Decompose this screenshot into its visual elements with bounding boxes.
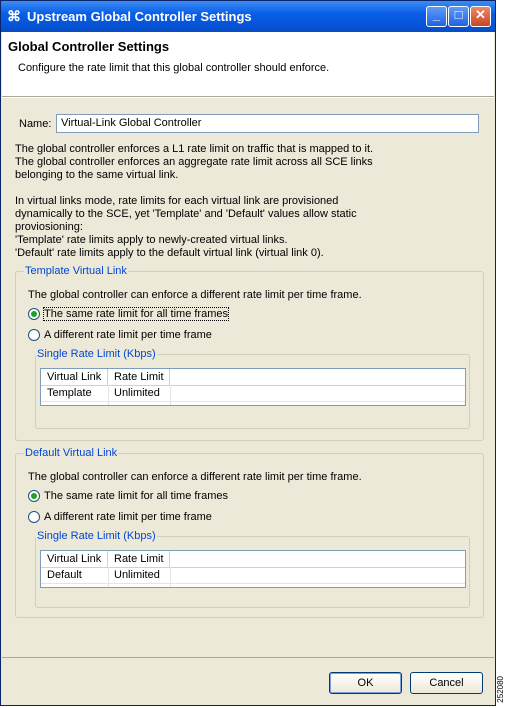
default-same-radio[interactable] bbox=[28, 490, 40, 502]
table-header: Virtual Link Rate Limit bbox=[41, 369, 465, 386]
column-header-virtual-link[interactable]: Virtual Link bbox=[41, 369, 108, 385]
maximize-button[interactable]: □ bbox=[448, 6, 469, 27]
template-same-radio[interactable] bbox=[28, 308, 40, 320]
default-single-rate-limit-group: Single Rate Limit (Kbps) Virtual Link Ra… bbox=[35, 530, 470, 608]
default-virtual-link-group: Default Virtual Link The global controll… bbox=[15, 447, 484, 618]
column-divider bbox=[170, 567, 171, 587]
minimize-button[interactable]: _ bbox=[426, 6, 447, 27]
default-different-radio[interactable] bbox=[28, 511, 40, 523]
default-sub-legend: Single Rate Limit (Kbps) bbox=[36, 530, 157, 542]
default-group-legend: Default Virtual Link bbox=[24, 447, 119, 459]
figure-number: 252080 bbox=[496, 676, 505, 703]
info-line-6: proviosioning: bbox=[15, 221, 83, 233]
maximize-icon: □ bbox=[454, 7, 463, 22]
cell-virtual-link[interactable]: Default bbox=[41, 568, 108, 583]
name-input[interactable]: Virtual-Link Global Controller bbox=[56, 114, 479, 133]
template-group-legend: Template Virtual Link bbox=[24, 265, 128, 277]
template-different-label[interactable]: A different rate limit per time frame bbox=[44, 329, 212, 341]
default-same-label[interactable]: The same rate limit for all time frames bbox=[44, 490, 228, 502]
column-divider bbox=[108, 385, 109, 405]
close-button[interactable]: ✕ bbox=[470, 6, 491, 27]
info-line-5: dynamically to the SCE, yet 'Template' a… bbox=[15, 208, 357, 220]
template-single-rate-limit-group: Single Rate Limit (Kbps) Virtual Link Ra… bbox=[35, 348, 470, 429]
template-group-description: The global controller can enforce a diff… bbox=[28, 289, 362, 301]
template-same-label[interactable]: The same rate limit for all time frames bbox=[43, 307, 229, 321]
close-icon: ✕ bbox=[475, 7, 486, 22]
column-header-virtual-link[interactable]: Virtual Link bbox=[41, 551, 108, 567]
info-line-7: 'Template' rate limits apply to newly-cr… bbox=[15, 234, 288, 246]
header-separator bbox=[2, 97, 494, 98]
window-title: Upstream Global Controller Settings bbox=[27, 9, 252, 24]
cell-virtual-link[interactable]: Template bbox=[41, 386, 108, 401]
footer-separator bbox=[2, 657, 494, 658]
dialog-header: Global Controller Settings Configure the… bbox=[2, 32, 494, 97]
column-divider bbox=[108, 567, 109, 587]
cell-rate-limit[interactable]: Unlimited bbox=[108, 386, 170, 401]
table-header: Virtual Link Rate Limit bbox=[41, 551, 465, 568]
row-divider bbox=[41, 401, 465, 402]
default-rate-table[interactable]: Virtual Link Rate Limit Default Unlimite… bbox=[40, 550, 466, 588]
info-line-8: 'Default' rate limits apply to the defau… bbox=[15, 247, 324, 259]
template-virtual-link-group: Template Virtual Link The global control… bbox=[15, 265, 484, 441]
default-different-label[interactable]: A different rate limit per time frame bbox=[44, 511, 212, 523]
template-different-radio[interactable] bbox=[28, 329, 40, 341]
header-description: Configure the rate limit that this globa… bbox=[18, 62, 330, 74]
name-label: Name: bbox=[19, 118, 52, 130]
dialog-window: ⌘ Upstream Global Controller Settings _ … bbox=[0, 0, 496, 706]
row-divider bbox=[41, 583, 465, 584]
column-header-rate-limit[interactable]: Rate Limit bbox=[108, 369, 170, 385]
template-sub-legend: Single Rate Limit (Kbps) bbox=[36, 348, 157, 360]
title-bar[interactable]: ⌘ Upstream Global Controller Settings _ … bbox=[1, 1, 495, 32]
column-divider bbox=[170, 385, 171, 405]
header-title: Global Controller Settings bbox=[8, 39, 170, 54]
radio-selected-dot bbox=[31, 493, 37, 499]
app-logo-icon: ⌘ bbox=[7, 8, 21, 24]
info-line-2: The global controller enforces an aggreg… bbox=[15, 156, 373, 168]
info-line-4: In virtual links mode, rate limits for e… bbox=[15, 195, 339, 207]
column-header-rate-limit[interactable]: Rate Limit bbox=[108, 551, 170, 567]
minimize-icon: _ bbox=[432, 7, 441, 22]
default-group-description: The global controller can enforce a diff… bbox=[28, 471, 362, 483]
info-line-1: The global controller enforces a L1 rate… bbox=[15, 143, 374, 155]
cell-rate-limit[interactable]: Unlimited bbox=[108, 568, 170, 583]
info-line-3: belonging to the same virtual link. bbox=[15, 169, 179, 181]
radio-selected-dot bbox=[31, 311, 37, 317]
ok-button[interactable]: OK bbox=[329, 672, 402, 694]
template-rate-table[interactable]: Virtual Link Rate Limit Template Unlimit… bbox=[40, 368, 466, 406]
cancel-button[interactable]: Cancel bbox=[410, 672, 483, 694]
